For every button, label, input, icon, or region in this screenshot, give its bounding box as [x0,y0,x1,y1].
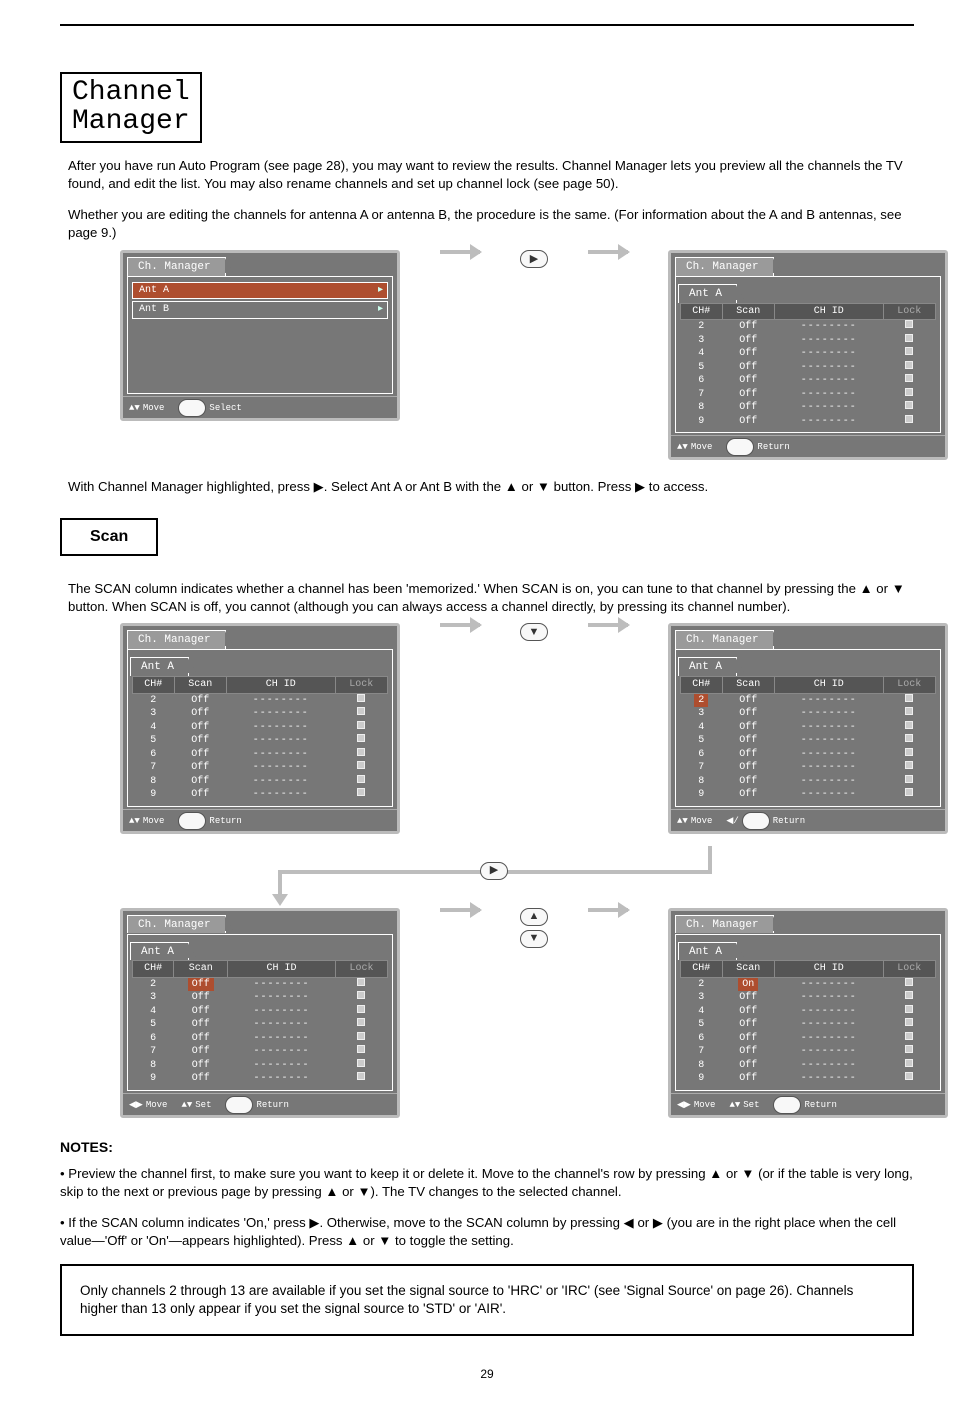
arrow-right-icon [588,908,628,912]
lock-icon [905,361,913,369]
menu-item-ant-a[interactable]: Ant A ▸ [132,282,388,300]
scan-lead: The SCAN column indicates whether a chan… [60,580,914,616]
arrow-right-icon [440,908,480,912]
remote-right-button[interactable]: ▶ [480,862,508,880]
osd-table-panel-rowhl[interactable]: Ch. Manager Ant A CH# Scan CH ID Lock 2O… [668,623,948,833]
chevron-right-icon: ▸ [378,284,383,298]
remote-right-button[interactable]: ▶ [520,250,548,268]
page-title-box: Channel Manager [60,72,202,143]
osd-tab: Ch. Manager [675,257,774,276]
after-step1: With Channel Manager highlighted, press … [60,478,914,496]
channel-table: CH# Scan CH ID Lock 2Off-------- 3Off---… [680,303,936,429]
chevron-right-icon: ▸ [378,303,383,317]
note-2: • If the SCAN column indicates 'On,' pre… [60,1214,914,1250]
lock-icon [905,374,913,382]
menu-item-ant-b[interactable]: Ant B ▸ [132,301,388,319]
remote-down-button[interactable]: ▼ [520,623,548,641]
osd-menu-panel[interactable]: Ch. Manager Ant A ▸ Ant B ▸ ▲▼ Move S [120,250,400,421]
hint-bar: ▲▼ Move Select [123,396,397,418]
lock-icon [905,320,913,328]
osd-subtab: Ant A [678,284,737,303]
remote-down-button[interactable]: ▼ [520,930,548,948]
hint-bar: ▲▼ Move Return [671,435,945,457]
osd-table-panel-1[interactable]: Ch. Manager Ant A CH# Scan CH ID Lock 2O… [668,250,948,460]
arrow-right-icon [440,623,480,627]
intro-para-1: After you have run Auto Program (see pag… [60,157,914,193]
remote-up-button[interactable]: ▲ [520,908,548,926]
arrow-right-icon [588,623,628,627]
page-title-line1: Channel [72,78,190,107]
osd-table-panel-scanhl[interactable]: Ch. Manager Ant A CH# Scan CH ID Lock 2O… [120,908,400,1118]
page-number: 29 [60,1366,914,1382]
lock-icon [905,388,913,396]
notes-label: NOTES: [60,1138,914,1157]
lock-icon [905,415,913,423]
note-1: • Preview the channel first, to make sur… [60,1165,914,1201]
page-title-line2: Manager [72,107,190,136]
lock-icon [905,334,913,342]
lock-icon [905,347,913,355]
page-top-rule [60,24,914,26]
scan-heading: Scan [60,518,158,556]
arrow-right-icon [588,250,628,254]
osd-tab: Ch. Manager [127,257,226,276]
osd-table-panel-chcol[interactable]: Ch. Manager Ant A CH# Scan CH ID Lock 2O… [120,623,400,833]
lock-icon [905,401,913,409]
intro-para-2: Whether you are editing the channels for… [60,206,914,242]
osd-table-panel-scan-on[interactable]: Ch. Manager Ant A CH# Scan CH ID Lock 2O… [668,908,948,1118]
arrow-right-icon [440,250,480,254]
note-box: Only channels 2 through 13 are available… [60,1264,914,1336]
